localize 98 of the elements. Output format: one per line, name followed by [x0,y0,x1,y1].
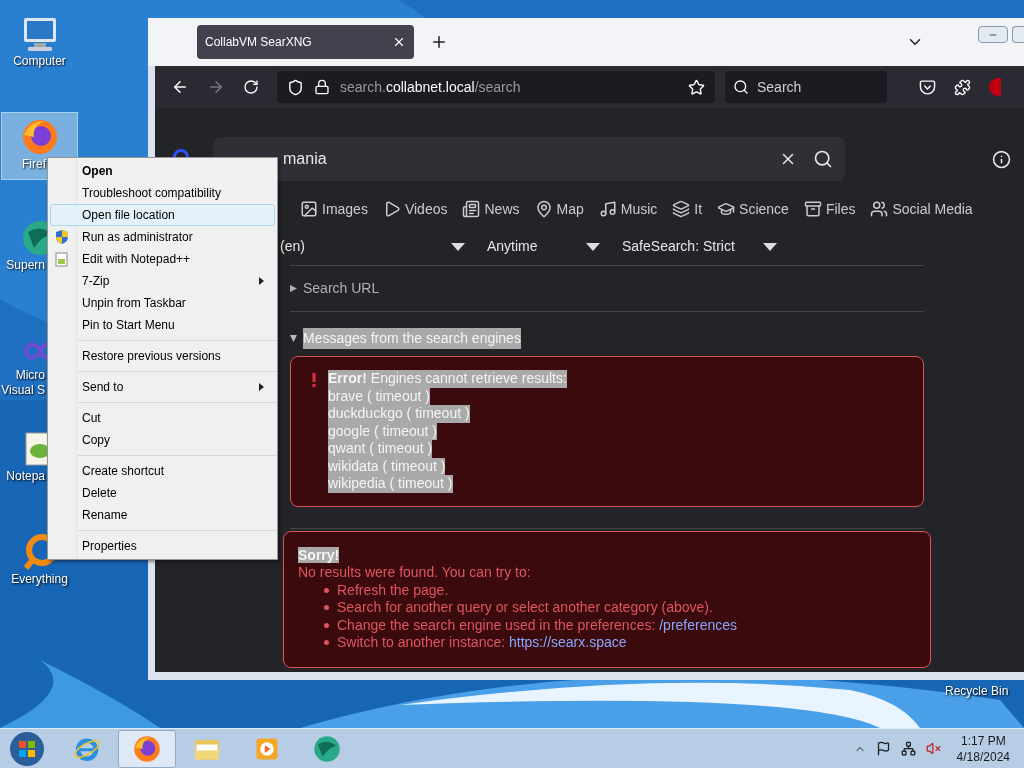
category-tab[interactable]: Science [717,198,789,220]
search-field[interactable]: Search [725,71,887,103]
shield-icon[interactable] [287,78,304,96]
menu-item[interactable]: Send to [50,376,275,398]
menu-item[interactable]: Troubleshoot compatibility [50,182,275,204]
engine-error: duckduckgo ( timeout ) [328,405,470,423]
menu-item[interactable]: Pin to Start Menu [50,314,275,336]
submenu-arrow-icon [259,383,264,391]
extensions-icon[interactable] [954,78,971,96]
browser-tab[interactable]: CollabVM SearXNG [197,25,414,59]
bullet-icon [324,605,329,611]
link[interactable]: https://searx.space [509,634,627,650]
caret-right-icon [290,285,297,292]
caret-down-icon [290,335,297,342]
address-bar[interactable]: search.collabnet.local/search [277,71,715,103]
shield-icon [54,229,70,245]
dropdown-arrow-icon [586,242,600,251]
icon-label: Notepa [5,469,45,484]
suggestion-text: Refresh the page. [337,581,449,599]
music-icon [598,200,617,218]
category-tab[interactable]: News [462,198,520,220]
menu-item[interactable]: Edit with Notepad++ [50,248,275,270]
category-tab[interactable]: Videos [382,198,448,220]
exclamation-icon [312,373,316,387]
engine-error: qwant ( timeout ) [328,440,433,458]
logo-icon [172,149,190,157]
dropdown-arrow-icon [451,242,465,251]
menu-item[interactable]: Restore previous versions [50,345,275,367]
submenu-arrow-icon [259,277,264,285]
category-tab[interactable]: Map [534,198,584,220]
menu-item[interactable]: 7-Zip [50,270,275,292]
menu-item[interactable]: Copy [50,429,275,451]
network-icon[interactable] [900,741,916,756]
close-icon[interactable] [392,35,406,49]
suggestion-text: Search for another query or select another category (above). [337,599,713,617]
menu-item[interactable]: Open file location [50,204,275,226]
suggestion-text: Switch to another instance: https://searx.space [337,634,627,652]
map-icon [534,200,553,218]
firefox-icon [132,733,162,764]
dropdown-arrow-icon [763,242,777,251]
icon-label: Micro Visual S [1,368,45,398]
news-icon [462,200,481,218]
menu-item[interactable]: Unpin from Taskbar [50,292,275,314]
info-icon[interactable] [992,149,1011,169]
search-icon [733,79,749,95]
bullet-icon [324,587,329,593]
filter-dropdown[interactable]: (en) [280,236,465,257]
menu-item[interactable]: Properties [50,535,275,557]
clock[interactable]: 1:17 PM 4/18/2024 [956,732,1010,765]
globe-icon [312,733,342,764]
forward-icon[interactable] [207,78,225,96]
lock-icon[interactable] [314,79,330,95]
desktop-icon[interactable]: Computer [1,10,78,78]
sorry-title: Sorry! [298,546,340,563]
bullet-icon [324,622,329,628]
error-message: Error! Engines cannot retrieve results: [328,370,567,388]
menu-item[interactable]: Delete [50,482,275,504]
images-icon [300,200,318,218]
category-tab[interactable]: Files [803,198,856,220]
menu-item[interactable]: Create shortcut [50,460,275,482]
no-results-text: No results were found. You can try to: [298,564,532,582]
menu-item[interactable]: Rename [50,504,275,526]
new-tab-icon[interactable] [430,33,448,51]
back-icon[interactable] [171,78,189,96]
taskbar-button[interactable] [118,729,176,768]
filter-dropdown[interactable]: SafeSearch: Strict [622,236,777,257]
menu-item[interactable]: Cut [50,407,275,429]
flag-icon[interactable] [875,741,891,756]
filter-dropdown[interactable]: Anytime [487,236,600,257]
query-field[interactable]: mania [213,137,845,181]
icon-label: Supern [5,258,45,273]
science-icon [717,200,736,218]
link[interactable]: /preferences [659,616,738,633]
it-icon [672,200,691,218]
category-tab[interactable]: Music [598,198,658,220]
reload-icon[interactable] [243,79,259,95]
category-tab[interactable]: Images [300,198,368,220]
recycle-bin-label[interactable]: Recycle Bin [945,682,1009,700]
search-url-toggle[interactable]: Search URL [290,278,380,299]
notepad-icon [54,251,70,267]
bullet-icon [324,640,329,646]
volume-muted-icon[interactable] [925,741,941,756]
engine-error: wikidata ( timeout ) [328,457,446,475]
social-icon [870,200,889,218]
menu-item[interactable]: Run as administrator [50,226,275,248]
start-button[interactable] [9,730,45,767]
category-tab[interactable]: Social Media [870,198,973,220]
engine-error: wikipedia ( timeout ) [328,475,453,493]
url-text: search.collabnet.local/search [340,77,521,97]
files-icon [803,200,822,218]
icon-label: Everything [11,572,68,587]
icon-label: Computer [13,54,66,69]
pocket-icon[interactable] [919,78,936,96]
suggestion-text: Change the search engine used in the preferences: /preferences [337,616,738,634]
icon-label: Firef [21,157,46,172]
category-tab[interactable]: It [672,198,703,220]
search-icon[interactable] [813,149,833,169]
bookmark-star-icon[interactable] [688,78,705,96]
